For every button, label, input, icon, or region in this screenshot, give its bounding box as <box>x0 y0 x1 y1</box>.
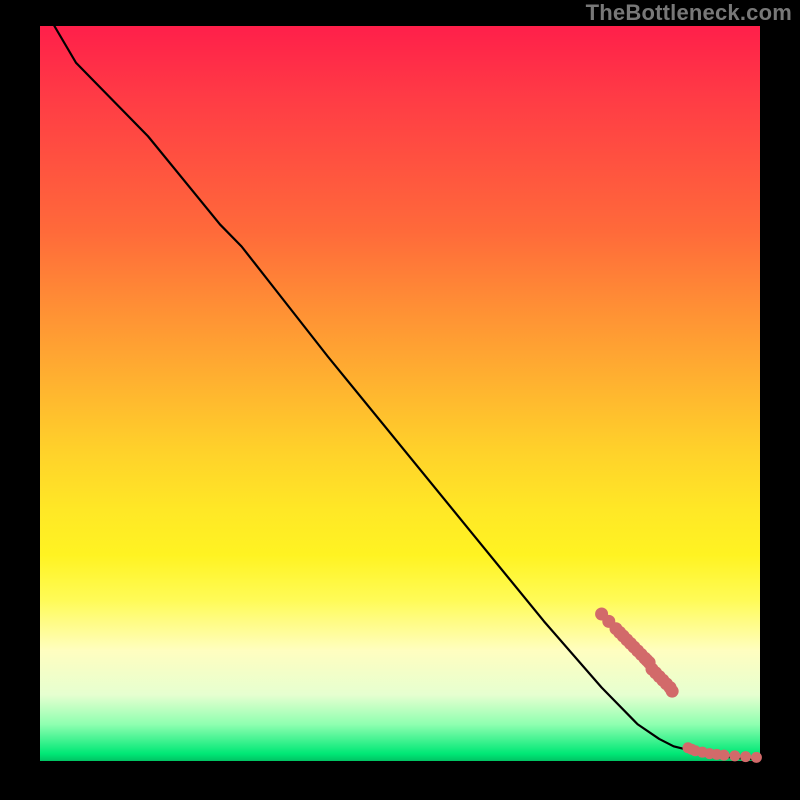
data-point <box>719 750 730 761</box>
chart-frame: TheBottleneck.com <box>0 0 800 800</box>
markers-lower-cluster <box>683 742 762 763</box>
plot-area <box>40 26 760 761</box>
data-point <box>740 751 751 762</box>
attribution-label: TheBottleneck.com <box>586 0 792 26</box>
data-point <box>729 750 740 761</box>
data-point <box>751 752 762 763</box>
markers-upper-cluster <box>595 608 679 698</box>
bottleneck-curve-line <box>54 26 760 760</box>
chart-svg <box>40 26 760 761</box>
data-point <box>666 685 679 698</box>
